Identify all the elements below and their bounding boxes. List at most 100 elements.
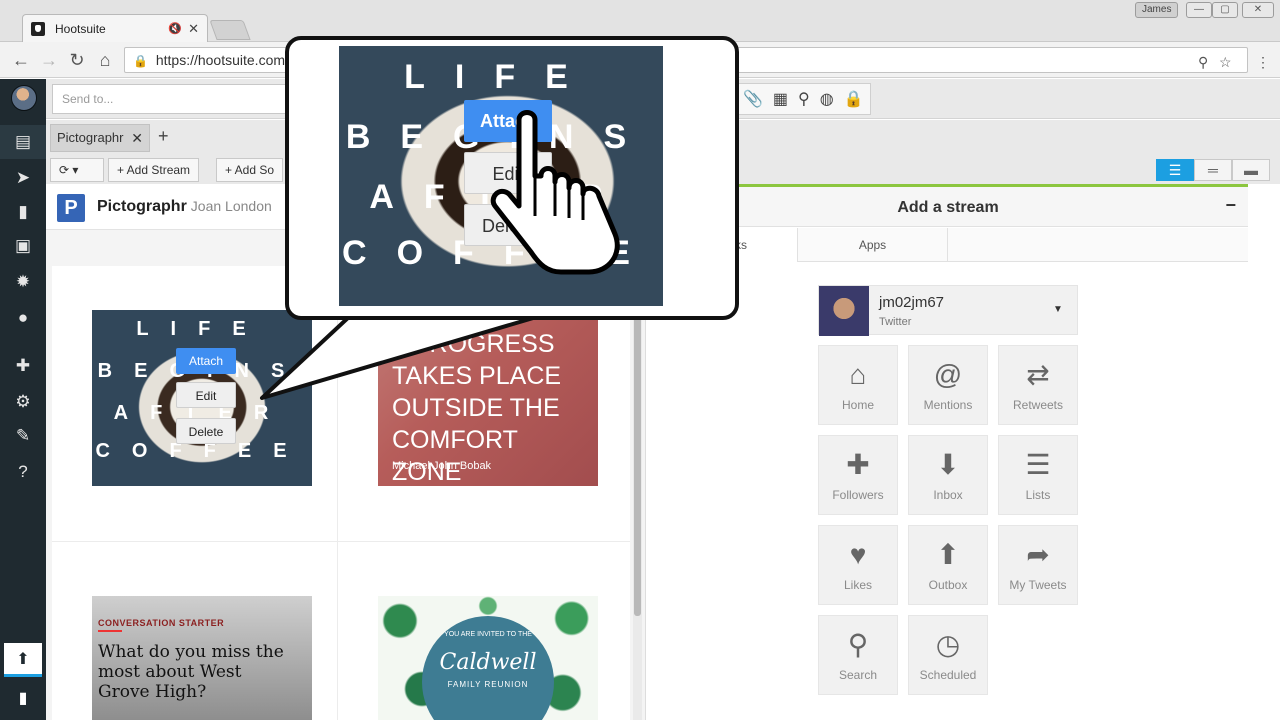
account-network: Twitter [879, 316, 912, 328]
collapse-panel-icon[interactable]: − [1225, 195, 1236, 216]
account-name: jm02jm67 [879, 294, 945, 311]
reload-icon[interactable]: ↻ [66, 50, 88, 70]
stream-type-search[interactable]: ⚲ Search [818, 615, 898, 695]
image-card-caldwell[interactable]: YOU ARE INVITED TO THE Caldwell FAMILY R… [378, 596, 598, 720]
stream-type-mentions[interactable]: @ Mentions [908, 345, 988, 425]
grid-divider [52, 541, 630, 542]
zoom-line: LIFE [404, 58, 598, 96]
browser-user-badge[interactable]: James [1135, 2, 1179, 18]
logout-icon[interactable]: ▮ [4, 681, 42, 715]
maximize-window-button[interactable]: ▢ [1212, 2, 1238, 18]
close-tab-icon[interactable]: ✕ [131, 125, 143, 151]
grid-view-icon[interactable]: ▬ [1232, 159, 1270, 181]
stream-type-label: Likes [843, 578, 872, 592]
stream-type-followers[interactable]: ✚ Followers [818, 435, 898, 515]
stream-type-likes[interactable]: ♥ Likes [818, 525, 898, 605]
location-pin-icon[interactable]: ⚲ [798, 89, 810, 109]
home-icon: ⌂ [849, 359, 867, 390]
contacts-icon[interactable]: ● [0, 301, 46, 335]
image-card-conversation[interactable]: CONVERSATION STARTER What do you miss th… [92, 596, 312, 720]
zoomed-coffee-image: LIFE BEGINS AFTER COFFEE Attach Edit Del… [339, 46, 663, 306]
minimize-window-button[interactable]: — [1186, 2, 1212, 18]
bookmark-star-icon[interactable]: ☆ [1219, 54, 1232, 71]
pictographr-logo-icon: P [57, 194, 85, 222]
home-icon[interactable]: ⌂ [94, 50, 116, 70]
stream-type-label: Search [838, 668, 878, 682]
lock-icon[interactable]: 🔒 [844, 89, 864, 109]
close-tab-icon[interactable]: ✕ [188, 21, 199, 37]
stream-type-label: Home [841, 398, 874, 412]
stream-type-scheduled[interactable]: ◷ Scheduled [908, 615, 988, 695]
attach-button[interactable]: Attach [176, 348, 236, 374]
hootsuite-favicon-icon [31, 21, 45, 36]
left-navigation: ▤ ➤ ▮ ▣ ✹ ● ✚ ⚙ ✎ ? ⬆ ▮ [0, 79, 46, 720]
grid-divider [337, 266, 338, 720]
caldwell-name: Caldwell [439, 650, 537, 675]
analytics-icon[interactable]: ▮ [0, 195, 46, 229]
stream-type-my-tweets[interactable]: ➦ My Tweets [998, 525, 1078, 605]
apps-puzzle-icon[interactable]: ✚ [0, 349, 46, 383]
add-tab-button[interactable]: + [158, 126, 169, 147]
caldwell-invite-text: YOU ARE INVITED TO THE [444, 631, 532, 638]
label-underline [98, 630, 122, 632]
image-card-progress[interactable]: ...PROGRESS TAKES PLACE OUTSIDE THE COMF… [378, 310, 598, 486]
share-icon: ➦ [1026, 539, 1050, 570]
clock-icon: ◷ [935, 629, 961, 660]
streams-icon[interactable]: ▤ [0, 125, 46, 159]
campaigns-icon[interactable]: ✹ [0, 265, 46, 299]
image-card-coffee[interactable]: LIFE BEGINS AFTER COFFEE Attach Edit Del… [92, 310, 312, 486]
browser-tab[interactable]: Hootsuite 🔇 ✕ [22, 14, 208, 42]
inbox-icon: ⬇ [936, 449, 960, 480]
compose-tools: 📎 ▦ ⚲ ◍ 🔒 [736, 83, 871, 115]
help-icon[interactable]: ? [0, 455, 46, 489]
edit-button[interactable]: Edit [176, 382, 236, 408]
delete-button[interactable]: Delete [176, 418, 236, 444]
stream-title-text: Pictographr [97, 198, 187, 215]
attachment-icon[interactable]: 📎 [743, 89, 763, 109]
zoom-callout: LIFE BEGINS AFTER COFFEE Attach Edit Del… [285, 36, 739, 320]
settings-gear-icon[interactable]: ⚙ [0, 385, 46, 419]
conversation-label: CONVERSATION STARTER [98, 618, 225, 628]
assignments-icon[interactable]: ▣ [0, 229, 46, 263]
send-to-input[interactable]: Send to... [52, 84, 292, 114]
stream-type-lists[interactable]: ☰ Lists [998, 435, 1078, 515]
refresh-dropdown-button[interactable]: ⟳ ▾ [50, 158, 104, 182]
at-icon: @ [933, 359, 963, 390]
mute-icon[interactable]: 🔇 [168, 22, 182, 35]
list-view-icon[interactable]: ☰ [1156, 159, 1194, 181]
pointer-hand-icon [490, 110, 620, 275]
account-selector[interactable]: jm02jm67 Twitter ▼ [818, 285, 1078, 336]
browser-menu-icon[interactable]: ⋮ [1256, 54, 1270, 71]
close-window-button[interactable]: ✕ [1242, 2, 1274, 18]
stream-type-label: Lists [1025, 488, 1051, 502]
user-avatar[interactable] [11, 85, 37, 111]
url-text: https://hootsuite.com [155, 52, 286, 68]
progress-author: Michael John Bobak [392, 460, 492, 472]
stream-type-outbox[interactable]: ⬆ Outbox [908, 525, 988, 605]
upgrade-icon[interactable]: ⬆ [4, 643, 42, 677]
stream-title: Pictographr Joan London [97, 198, 272, 216]
tab-label: Pictographr [57, 130, 124, 145]
tab-apps[interactable]: Apps [798, 228, 948, 262]
tools-wrench-icon[interactable]: ✎ [0, 419, 46, 453]
conversation-text: What do you miss the most about West Gro… [98, 642, 284, 702]
chevron-down-icon[interactable]: ▼ [1053, 304, 1063, 315]
compact-view-icon[interactable]: ═ [1194, 159, 1232, 181]
stream-type-retweets[interactable]: ⇄ Retweets [998, 345, 1078, 425]
tab-pictographr[interactable]: Pictographr ✕ [50, 124, 150, 152]
add-stream-button[interactable]: + Add Stream [108, 158, 200, 182]
back-icon[interactable]: ← [10, 50, 32, 70]
new-tab-button[interactable] [209, 20, 251, 40]
globe-icon[interactable]: ◍ [820, 89, 834, 109]
stream-type-home[interactable]: ⌂ Home [818, 345, 898, 425]
publisher-icon[interactable]: ➤ [0, 161, 46, 195]
add-social-network-button[interactable]: + Add So [216, 158, 284, 182]
image-grid: LIFE BEGINS AFTER COFFEE Attach Edit Del… [52, 266, 630, 720]
calendar-icon[interactable]: ▦ [773, 89, 788, 109]
key-icon[interactable]: ⚲ [1198, 54, 1208, 71]
stream-type-label: Scheduled [919, 668, 977, 682]
caldwell-circle: YOU ARE INVITED TO THE Caldwell FAMILY R… [422, 616, 554, 720]
stream-type-inbox[interactable]: ⬇ Inbox [908, 435, 988, 515]
stream-scrollbar[interactable] [633, 266, 642, 720]
forward-icon[interactable]: → [38, 50, 60, 70]
